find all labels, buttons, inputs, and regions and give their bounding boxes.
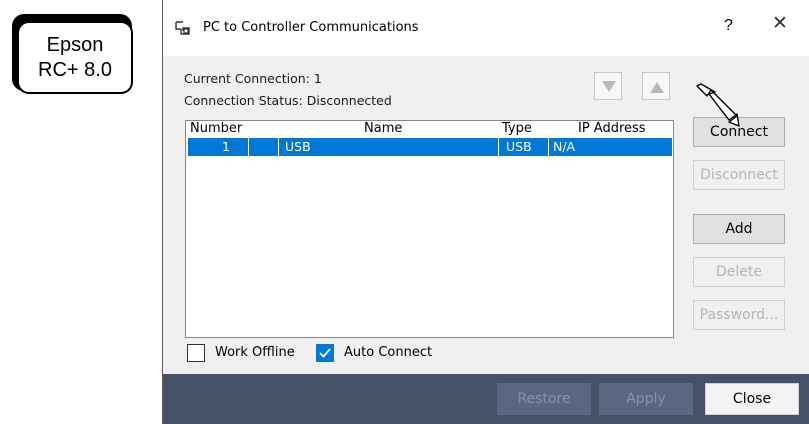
checkmark-icon [319, 348, 331, 358]
current-connection-label: Current Connection: 1 [184, 71, 322, 86]
move-down-button[interactable] [594, 72, 622, 100]
help-button[interactable]: ? [724, 17, 733, 35]
column-header-number[interactable]: Number [190, 121, 242, 137]
cell-number: 1 [222, 139, 230, 154]
cell-type: USB [506, 139, 532, 154]
epson-callout: Epson RC+ 8.0 [12, 14, 133, 94]
move-up-button[interactable] [642, 72, 670, 100]
cell-name: USB [285, 139, 311, 154]
callout-line1: Epson [46, 33, 104, 56]
auto-connect-label[interactable]: Auto Connect [344, 345, 432, 360]
column-divider [248, 138, 249, 156]
column-divider [498, 138, 499, 156]
column-divider [548, 138, 549, 156]
work-offline-label[interactable]: Work Offline [215, 345, 295, 360]
connection-status-label: Connection Status: Disconnected [184, 93, 392, 108]
column-header-ip-address[interactable]: IP Address [578, 121, 646, 137]
triangle-down-icon [602, 81, 616, 92]
triangle-up-icon [650, 82, 664, 93]
callout-line2: RC+ 8.0 [38, 58, 112, 81]
add-button[interactable]: Add [693, 214, 785, 244]
pc-to-controller-dialog: PC to Controller Communications ? ✕ Curr… [162, 0, 809, 424]
controller-connection-icon [173, 19, 195, 37]
title-bar: PC to Controller Communications ? ✕ [163, 0, 809, 56]
close-button[interactable]: Close [705, 383, 799, 415]
auto-connect-checkbox[interactable] [316, 344, 334, 362]
connections-list[interactable]: Number Name Type IP Address 1 USB USB N/… [185, 120, 674, 338]
table-row[interactable]: 1 USB USB N/A [188, 138, 672, 156]
epson-callout-box: Epson RC+ 8.0 [17, 21, 133, 94]
close-icon[interactable]: ✕ [772, 14, 788, 34]
delete-button[interactable]: Delete [693, 257, 785, 287]
work-offline-checkbox[interactable] [187, 344, 205, 362]
dialog-title: PC to Controller Communications [203, 20, 419, 35]
column-header-type[interactable]: Type [502, 121, 532, 137]
column-divider [278, 138, 279, 156]
cell-ip-address: N/A [553, 139, 576, 154]
restore-button[interactable]: Restore [497, 383, 591, 415]
disconnect-button[interactable]: Disconnect [693, 160, 785, 190]
apply-button[interactable]: Apply [599, 383, 693, 415]
password-button[interactable]: Password... [693, 300, 785, 330]
dialog-footer: Restore Apply Close [163, 374, 809, 424]
pointer-arrow-icon [696, 83, 740, 127]
column-header-name[interactable]: Name [364, 121, 402, 137]
